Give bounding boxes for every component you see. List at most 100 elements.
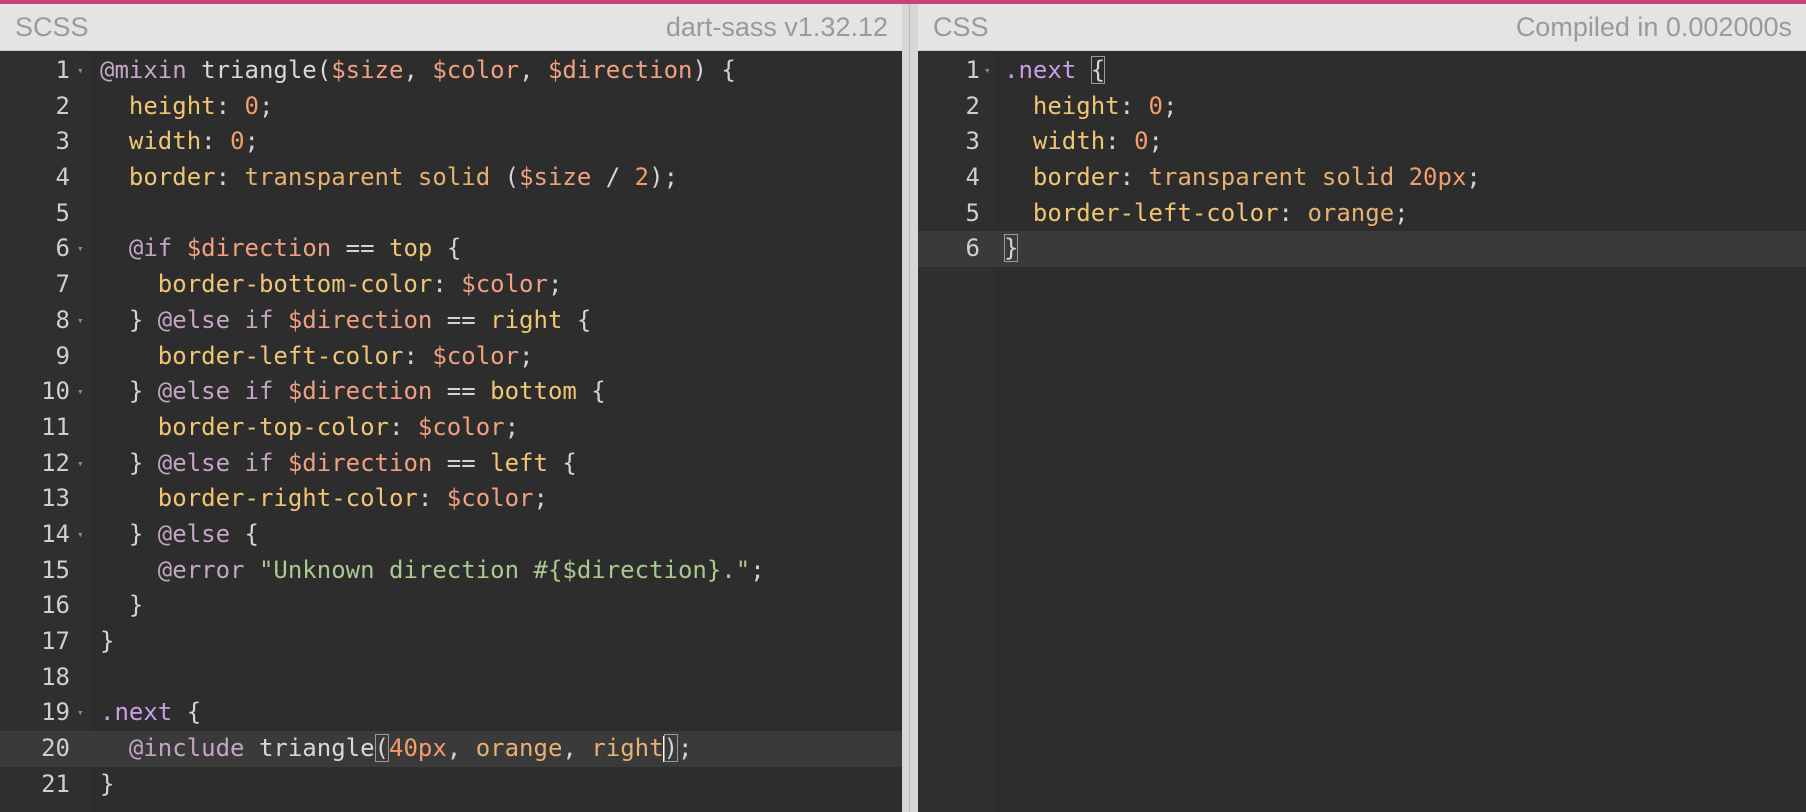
- code-line[interactable]: 14 ▾ } @else {: [0, 517, 902, 553]
- line-number: 16: [41, 591, 70, 620]
- line-number: 2: [965, 91, 980, 120]
- fold-toggle-icon[interactable]: ▾: [77, 231, 84, 267]
- code-line[interactable]: 9 border-left-color: $color;: [0, 339, 902, 375]
- fold-toggle-icon[interactable]: ▾: [77, 53, 84, 89]
- fold-toggle-icon[interactable]: ▾: [77, 695, 84, 731]
- code-token: right: [490, 305, 563, 334]
- code-line[interactable]: 17}: [0, 624, 902, 660]
- fold-toggle-icon[interactable]: ▾: [984, 53, 991, 89]
- code-line[interactable]: 2 height: 0;: [918, 89, 1806, 125]
- fold-toggle-icon[interactable]: ▾: [77, 303, 84, 339]
- code-token: :: [403, 341, 433, 370]
- code-token: }: [100, 305, 158, 334]
- code-line[interactable]: 16 }: [0, 588, 902, 624]
- code-line[interactable]: 8 ▾ } @else if $direction == right {: [0, 303, 902, 339]
- code-text: } @else if $direction == left {: [100, 446, 577, 482]
- code-token: width: [1032, 127, 1106, 156]
- css-code-lines[interactable]: 1 ▾ .next {2 height: 0; 3 width: 0; 4 border…: [918, 53, 1806, 268]
- code-token: top: [389, 234, 433, 263]
- code-line[interactable]: 2 height: 0;: [0, 89, 902, 125]
- fold-toggle-icon[interactable]: ▾: [77, 446, 84, 482]
- code-line[interactable]: 7 border-bottom-color: $color;: [0, 267, 902, 303]
- code-token: :: [1105, 127, 1135, 156]
- code-token: @mixin: [100, 56, 187, 84]
- code-token: $color: [446, 484, 534, 513]
- code-text: border-bottom-color: $color;: [100, 267, 563, 303]
- code-token: ==: [331, 234, 390, 263]
- code-token: }: [100, 519, 158, 548]
- pane-divider[interactable]: [902, 4, 918, 812]
- code-token: ==: [432, 448, 491, 477]
- code-text: @mixin triangle($size, $color, $directio…: [100, 53, 736, 89]
- line-number: 4: [55, 163, 70, 192]
- code-line[interactable]: 6 ▾ @if $direction == top {: [0, 231, 902, 267]
- scss-pane-title: SCSS: [15, 12, 89, 42]
- code-line[interactable]: 6}: [918, 231, 1806, 268]
- code-token: }: [100, 448, 158, 477]
- code-line[interactable]: 4 border: transparent solid ($size / 2);: [0, 160, 902, 196]
- code-text: border-top-color: $color;: [100, 410, 519, 446]
- code-token: triangle(: [186, 56, 332, 84]
- code-token: 20px: [1408, 163, 1467, 192]
- code-token: {: [576, 377, 606, 406]
- code-token: transparent solid: [244, 163, 491, 192]
- code-text: height: 0;: [100, 89, 274, 125]
- code-token: ;: [504, 412, 520, 441]
- code-line[interactable]: 1 ▾ .next {: [918, 53, 1806, 89]
- line-number: 6: [55, 234, 70, 263]
- code-text: border-left-color: orange;: [1004, 196, 1409, 232]
- code-text: border: transparent solid ($size / 2);: [100, 160, 678, 196]
- code-token: $direction: [287, 305, 433, 334]
- code-line[interactable]: 12 ▾ } @else if $direction == left {: [0, 446, 902, 482]
- code-token: $size: [519, 163, 592, 192]
- compile-status: Compiled in 0.002000s: [1515, 12, 1792, 42]
- line-number: 19: [41, 698, 70, 727]
- fold-toggle-icon[interactable]: ▾: [77, 374, 84, 410]
- code-token: ;: [1466, 163, 1481, 192]
- css-pane: CSS Compiled in 0.002000s 1 ▾ .next {2 hei…: [918, 4, 1806, 812]
- code-token: $direction: [287, 448, 433, 477]
- code-token: }: [100, 627, 115, 655]
- code-token: ;: [1394, 198, 1409, 227]
- code-token: {: [230, 519, 259, 548]
- code-token: ;: [258, 91, 274, 120]
- code-text: }: [100, 767, 114, 803]
- line-number: 17: [41, 627, 70, 655]
- code-token: @error: [157, 555, 245, 584]
- code-line[interactable]: 15 @error "Unknown direction #{$directio…: [0, 553, 902, 589]
- code-line[interactable]: 3 width: 0;: [918, 124, 1806, 160]
- code-text: } @else {: [100, 517, 259, 553]
- code-line[interactable]: 18: [0, 660, 902, 696]
- code-line[interactable]: 11 border-top-color: $color;: [0, 410, 902, 446]
- code-line[interactable]: 21}: [0, 767, 902, 803]
- code-token: :: [1278, 198, 1308, 227]
- code-line[interactable]: 1 ▾ @mixin triangle($size, $color, $direct…: [0, 53, 902, 89]
- code-line[interactable]: 4 border: transparent solid 20px;: [918, 160, 1806, 196]
- code-line[interactable]: 20 @include triangle(40px, orange, right…: [0, 731, 902, 767]
- code-token: border-right-color: [157, 484, 418, 513]
- fold-toggle-icon[interactable]: ▾: [77, 517, 84, 553]
- code-line[interactable]: 19 ▾ .next {: [0, 695, 902, 731]
- code-line[interactable]: 5: [0, 196, 902, 232]
- scss-pane: SCSS dart-sass v1.32.12 1 ▾ @mixin triangl…: [0, 4, 902, 812]
- code-line[interactable]: 5 border-left-color: orange;: [918, 196, 1806, 232]
- code-text: }: [1004, 231, 1019, 267]
- scss-code-lines[interactable]: 1 ▾ @mixin triangle($size, $color, $direct…: [0, 53, 902, 802]
- css-editor[interactable]: 1 ▾ .next {2 height: 0; 3 width: 0; 4 border…: [918, 51, 1806, 812]
- code-line[interactable]: 3 width: 0;: [0, 124, 902, 160]
- code-text: }: [100, 588, 143, 624]
- scss-editor[interactable]: 1 ▾ @mixin triangle($size, $color, $direct…: [0, 51, 902, 812]
- code-line[interactable]: 13 border-right-color: $color;: [0, 481, 902, 517]
- code-token: {: [547, 448, 577, 477]
- code-token: $color: [461, 270, 548, 299]
- code-line[interactable]: 10 ▾ } @else if $direction == bottom {: [0, 374, 902, 410]
- code-token: }: [100, 377, 158, 406]
- code-token: @else: [157, 519, 231, 548]
